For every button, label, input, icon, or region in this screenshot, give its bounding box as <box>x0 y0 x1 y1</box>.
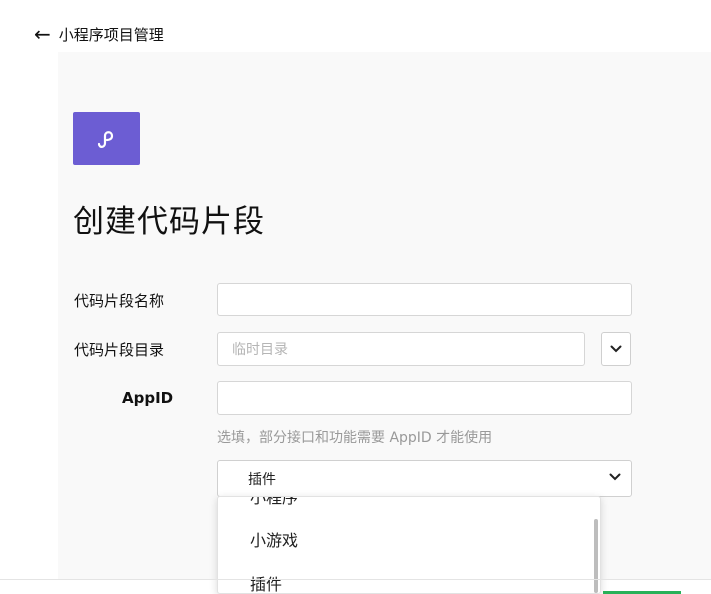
back-link[interactable]: ← 小程序项目管理 <box>34 20 164 48</box>
footer-divider <box>0 579 711 580</box>
name-input[interactable] <box>217 283 632 316</box>
miniprogram-logo-icon <box>73 112 140 165</box>
directory-label: 代码片段目录 <box>74 341 165 359</box>
directory-dropdown-button[interactable] <box>601 332 631 366</box>
page-title: 创建代码片段 <box>73 204 265 240</box>
topbar-title: 小程序项目管理 <box>58 25 164 44</box>
appid-input[interactable] <box>217 381 632 415</box>
menu-item-minigame[interactable]: 小游戏 <box>250 527 298 551</box>
menu-item-plugin[interactable]: 插件 <box>250 571 282 593</box>
directory-input[interactable]: 临时目录 <box>217 332 585 366</box>
type-select-value: 插件 <box>248 471 276 488</box>
menu-scrollbar[interactable] <box>594 519 598 593</box>
chevron-down-icon <box>609 473 621 481</box>
appid-hint: 选填，部分接口和功能需要 AppID 才能使用 <box>217 430 493 446</box>
name-label: 代码片段名称 <box>74 292 165 310</box>
chevron-down-icon <box>610 345 622 353</box>
back-arrow-icon: ← <box>34 22 51 46</box>
menu-item-miniprogram[interactable]: 小程序 <box>250 497 298 508</box>
appid-label: AppID <box>122 389 174 407</box>
directory-placeholder: 临时目录 <box>232 342 288 358</box>
type-select[interactable]: 插件 <box>217 460 632 497</box>
